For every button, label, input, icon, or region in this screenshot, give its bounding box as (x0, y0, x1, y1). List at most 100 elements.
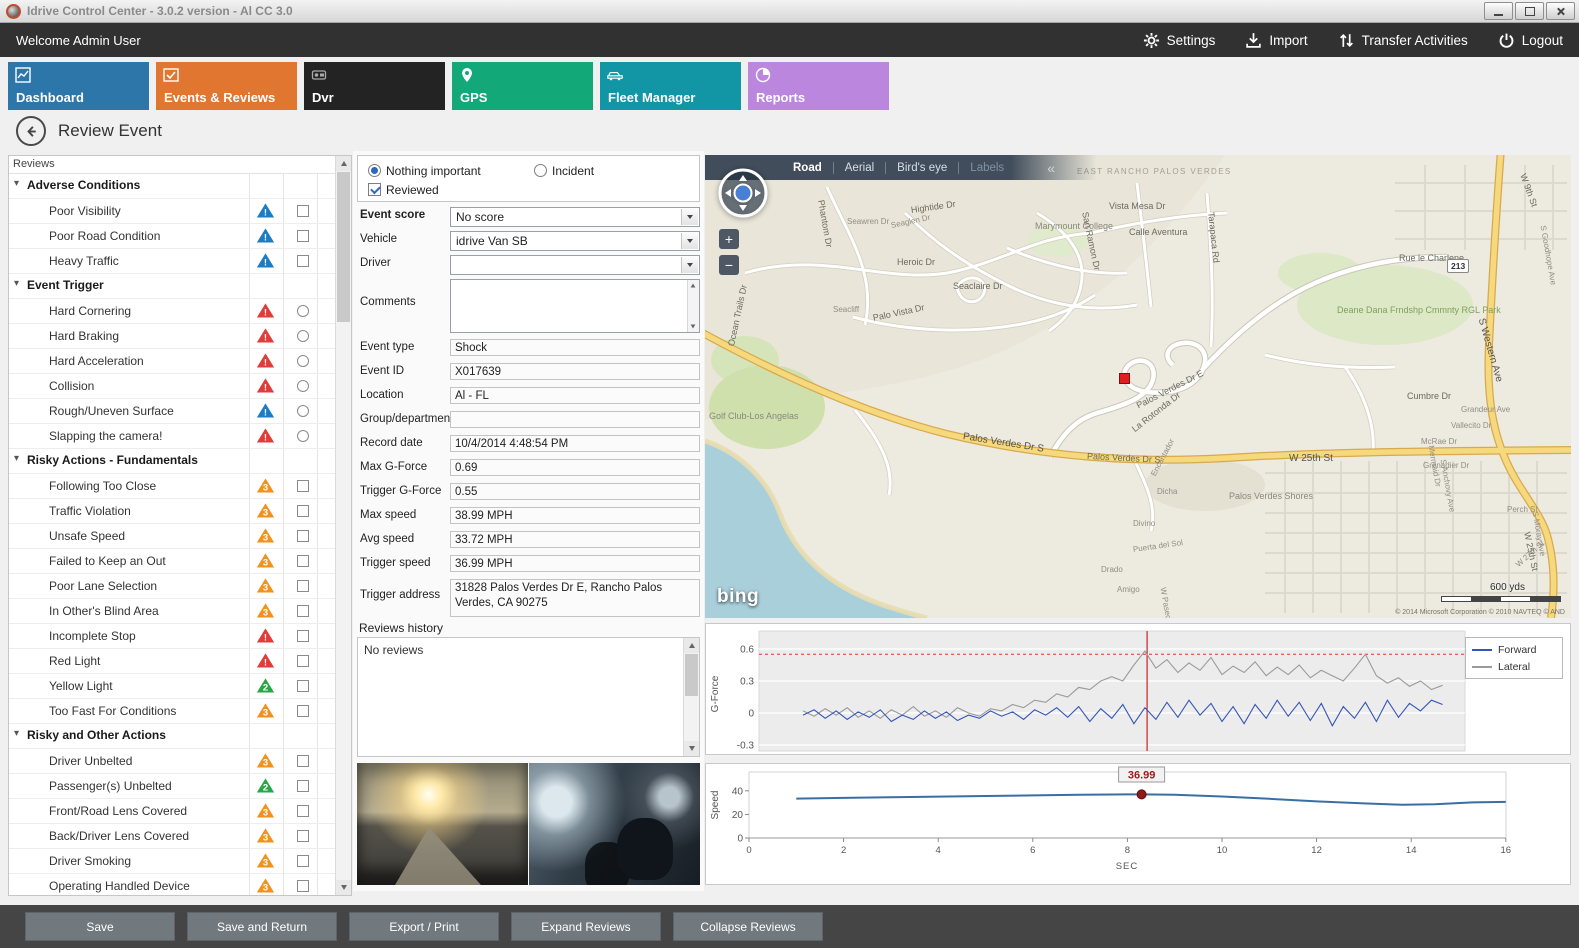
review-item-checkbox[interactable] (297, 505, 309, 517)
record-date-field[interactable]: 10/4/2014 4:48:54 PM (450, 435, 700, 452)
save-and-return-button[interactable]: Save and Return (187, 912, 337, 941)
maximize-button[interactable] (1515, 2, 1544, 20)
max-g-force-field[interactable]: 0.69 (450, 459, 700, 476)
map[interactable]: EAST RANCHO PALOS VERDESMarymount Colleg… (705, 155, 1571, 618)
review-item-radio[interactable] (297, 405, 309, 417)
tab-events[interactable]: Events & Reviews (156, 62, 297, 110)
scroll-up-icon[interactable] (336, 156, 351, 171)
scroll-up-icon[interactable] (684, 638, 699, 653)
map-event-marker[interactable] (1119, 373, 1130, 384)
review-item-radio[interactable] (297, 430, 309, 442)
severity-orange-triangle-icon: 3 (256, 477, 275, 494)
review-item-checkbox[interactable] (297, 880, 309, 892)
map-zoom-out-button[interactable]: − (719, 255, 739, 275)
review-item-checkbox[interactable] (297, 555, 309, 567)
trigger-address-field[interactable]: 31828 Palos Verdes Dr E, Rancho Palos Ve… (450, 579, 700, 617)
save-button[interactable]: Save (25, 912, 175, 941)
radio-incident[interactable] (534, 164, 547, 177)
nav-settings[interactable]: Settings (1143, 32, 1216, 49)
review-item-checkbox[interactable] (297, 630, 309, 642)
group-department-field[interactable] (450, 411, 700, 428)
map-label: Vallecito Dr (1451, 421, 1491, 430)
review-item-checkbox[interactable] (297, 580, 309, 592)
comments-textarea[interactable] (450, 279, 700, 333)
review-item-checkbox[interactable] (297, 480, 309, 492)
review-group-risky-and-other-actions[interactable]: ▾Risky and Other Actions (9, 724, 336, 749)
event-type-field[interactable]: Shock (450, 339, 700, 356)
chevron-down-icon[interactable] (681, 257, 698, 273)
collapse-arrow-icon[interactable]: ▾ (14, 278, 19, 289)
chevron-down-icon[interactable] (681, 209, 698, 225)
collapse-arrow-icon[interactable]: ▾ (14, 728, 19, 739)
reviews-history-scrollbar[interactable] (683, 638, 699, 756)
reviews-scrollbar[interactable] (335, 156, 351, 895)
scroll-down-icon[interactable] (336, 880, 351, 895)
scroll-down-icon[interactable] (684, 741, 699, 756)
scroll-thumb[interactable] (337, 172, 350, 322)
vehicle-select[interactable]: idrive Van SB (450, 231, 700, 251)
scrollbar[interactable] (687, 280, 699, 332)
tab-dashboard[interactable]: Dashboard (8, 62, 149, 110)
review-item-checkbox[interactable] (297, 230, 309, 242)
back-button[interactable] (16, 116, 46, 146)
review-item-checkbox[interactable] (297, 755, 309, 767)
review-item-radio[interactable] (297, 380, 309, 392)
max-speed-field[interactable]: 38.99 MPH (450, 507, 700, 524)
map-view-road-button[interactable]: Road (793, 162, 822, 174)
map-zoom-in-button[interactable]: + (719, 229, 739, 249)
tab-gps[interactable]: GPS (452, 62, 593, 110)
review-group-event-trigger[interactable]: ▾Event Trigger (9, 274, 336, 299)
review-group-adverse-conditions[interactable]: ▾Adverse Conditions (9, 174, 336, 199)
tab-dvr[interactable]: Dvr (304, 62, 445, 110)
reviews-history-list[interactable]: No reviews (357, 637, 700, 757)
review-item-checkbox[interactable] (297, 605, 309, 617)
nav-logout[interactable]: Logout (1498, 32, 1563, 49)
nav-transfer[interactable]: Transfer Activities (1338, 32, 1468, 49)
map-bar-collapse-button[interactable]: « (1047, 160, 1055, 176)
scroll-thumb[interactable] (685, 654, 698, 696)
avg-speed-field[interactable]: 33.72 MPH (450, 531, 700, 548)
review-item-checkbox[interactable] (297, 805, 309, 817)
map-compass-control[interactable] (717, 167, 769, 219)
event-id-field[interactable]: X017639 (450, 363, 700, 380)
review-item-checkbox[interactable] (297, 780, 309, 792)
collapse-arrow-icon[interactable]: ▾ (14, 453, 19, 464)
trigger-g-force-field[interactable]: 0.55 (450, 483, 700, 500)
review-group-risky-actions-fundamentals[interactable]: ▾Risky Actions - Fundamentals (9, 449, 336, 474)
map-view-labels-button[interactable]: Labels (970, 162, 1004, 174)
review-item-radio[interactable] (297, 305, 309, 317)
map-view-bird-s-eye-button[interactable]: Bird's eye (897, 162, 947, 174)
collapse-arrow-icon[interactable]: ▾ (14, 178, 19, 189)
nav-import[interactable]: Import (1245, 32, 1307, 49)
review-item-checkbox[interactable] (297, 855, 309, 867)
review-item-checkbox[interactable] (297, 205, 309, 217)
checkbox-reviewed[interactable] (368, 183, 381, 196)
radio-nothing-important[interactable] (368, 164, 381, 177)
map-view-aerial-button[interactable]: Aerial (845, 162, 874, 174)
video-front-camera[interactable] (357, 763, 528, 885)
driver-select[interactable] (450, 255, 700, 275)
review-item-checkbox[interactable] (297, 680, 309, 692)
review-item-checkbox[interactable] (297, 530, 309, 542)
minimize-button[interactable] (1484, 2, 1513, 20)
reviews-panel-header: Reviews (9, 156, 351, 174)
expand-reviews-button[interactable]: Expand Reviews (511, 912, 661, 941)
review-item-checkbox[interactable] (297, 255, 309, 267)
trigger-speed-field[interactable]: 36.99 MPH (450, 555, 700, 572)
location-field[interactable]: Al - FL (450, 387, 700, 404)
export-print-button[interactable]: Export / Print (349, 912, 499, 941)
close-button[interactable] (1546, 2, 1575, 20)
tab-reports[interactable]: Reports (748, 62, 889, 110)
review-item-radio[interactable] (297, 355, 309, 367)
chevron-down-icon[interactable] (681, 233, 698, 249)
review-item-radio[interactable] (297, 330, 309, 342)
event-score-select[interactable]: No score (450, 207, 700, 227)
tab-fleet[interactable]: Fleet Manager (600, 62, 741, 110)
review-item-checkbox[interactable] (297, 705, 309, 717)
video-cabin-camera[interactable] (529, 763, 700, 885)
review-item-checkbox[interactable] (297, 830, 309, 842)
bing-logo[interactable]: bing (717, 586, 759, 608)
collapse-reviews-button[interactable]: Collapse Reviews (673, 912, 823, 941)
review-item-checkbox[interactable] (297, 655, 309, 667)
reviews-panel: Reviews ▾Adverse ConditionsPoor Visibili… (8, 155, 352, 896)
